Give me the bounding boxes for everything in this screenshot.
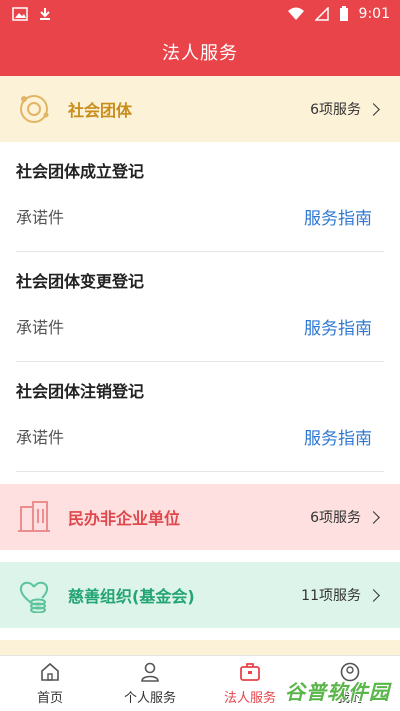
tab-label: 法人服务 <box>223 691 276 706</box>
category-social-groups[interactable]: 社会团体 6项服务 <box>0 76 400 142</box>
tab-home[interactable]: 首页 <box>0 656 100 711</box>
category-count: 6项服务 <box>310 99 380 119</box>
tab-personal-service[interactable]: 个人服务 <box>100 656 200 711</box>
charity-heart-coins-icon <box>19 581 49 613</box>
chevron-right-icon <box>367 102 380 116</box>
service-item[interactable]: 社会团体变更登记 承诺件 服务指南 <box>16 252 384 362</box>
status-bar: 9:01 <box>0 0 400 28</box>
service-guide-link[interactable]: 服务指南 <box>304 424 372 449</box>
social-group-icon <box>20 95 49 123</box>
content: 社会团体 6项服务 社会团体成立登记 承诺件 服务指南 社会团体变更登记 承诺件… <box>0 76 400 655</box>
status-time: 9:01 <box>358 6 390 22</box>
tab-label: 个人服务 <box>123 691 176 706</box>
service-guide-link[interactable]: 服务指南 <box>304 204 372 229</box>
category-count: 6项服务 <box>310 507 380 527</box>
service-item[interactable]: 社会团体成立登记 承诺件 服务指南 <box>16 142 384 252</box>
category-title: 慈善组织(基金会) <box>68 587 195 606</box>
battery-icon <box>339 6 348 21</box>
image-icon <box>12 7 28 21</box>
tab-label: 首页 <box>36 691 63 706</box>
service-list: 社会团体成立登记 承诺件 服务指南 社会团体变更登记 承诺件 服务指南 社会团体… <box>0 142 400 472</box>
building-icon <box>18 501 50 532</box>
briefcase-icon <box>240 663 260 681</box>
category-count-label: 11项服务 <box>301 588 361 604</box>
service-tag: 承诺件 <box>16 428 65 447</box>
person-icon <box>141 662 159 682</box>
chevron-right-icon <box>367 588 380 602</box>
category-charity[interactable]: 慈善组织(基金会) 11项服务 <box>0 562 400 628</box>
watermark: 谷普软件园 <box>285 680 390 704</box>
service-guide-link[interactable]: 服务指南 <box>304 314 372 339</box>
app-bar: 法人服务 <box>0 28 400 76</box>
category-title: 民办非企业单位 <box>68 509 181 528</box>
category-next-partial[interactable] <box>0 640 400 655</box>
category-count-label: 6项服务 <box>310 510 361 526</box>
signal-icon <box>314 7 329 21</box>
category-private-non-enterprise[interactable]: 民办非企业单位 6项服务 <box>0 484 400 550</box>
category-title: 社会团体 <box>68 101 133 120</box>
chevron-right-icon <box>367 510 380 524</box>
service-name: 社会团体注销登记 <box>16 382 145 401</box>
service-name: 社会团体变更登记 <box>16 272 145 291</box>
service-item[interactable]: 社会团体注销登记 承诺件 服务指南 <box>16 362 384 472</box>
service-name: 社会团体成立登记 <box>16 162 145 181</box>
service-tag: 承诺件 <box>16 208 65 227</box>
wifi-icon <box>287 7 304 20</box>
service-tag: 承诺件 <box>16 318 65 337</box>
category-count-label: 6项服务 <box>310 102 361 118</box>
home-icon <box>41 662 59 681</box>
category-count: 11项服务 <box>301 585 380 605</box>
page-title: 法人服务 <box>162 43 238 64</box>
download-icon <box>40 8 50 20</box>
